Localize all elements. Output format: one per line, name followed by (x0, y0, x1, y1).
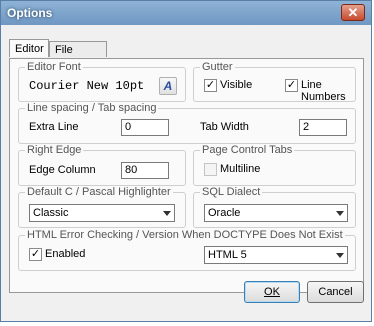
editor-panel: Editor Font Courier New 10pt A Gutter ✓ … (9, 58, 364, 293)
ok-button[interactable]: OK (244, 281, 300, 303)
html-check-group-label: HTML Error Checking / Version When DOCTY… (25, 229, 345, 242)
edge-column-label: Edge Column (29, 164, 96, 176)
sql-dialect-select[interactable]: Oracle (204, 204, 348, 222)
chevron-down-icon (336, 211, 344, 216)
editor-font-group: Editor Font Courier New 10pt A (18, 61, 186, 102)
right-edge-group: Right Edge Edge Column 80 (18, 144, 186, 186)
highlighter-group: Default C / Pascal Highlighter Classic (18, 186, 186, 228)
html-version-select[interactable]: HTML 5 (204, 246, 348, 264)
editor-font-group-label: Editor Font (25, 61, 83, 74)
tab-width-input[interactable]: 2 (299, 119, 347, 136)
multiline-checkbox[interactable] (204, 163, 217, 176)
choose-font-button[interactable]: A (159, 77, 177, 95)
highlighter-group-label: Default C / Pascal Highlighter (25, 186, 173, 199)
dialog-client: Editor File Types Editor Font Courier Ne… (6, 29, 366, 317)
multiline-label: Multiline (220, 163, 261, 175)
gutter-group-label: Gutter (200, 61, 235, 74)
html-check-group: HTML Error Checking / Version When DOCTY… (18, 229, 356, 271)
close-button[interactable]: ✕ (341, 4, 365, 21)
sql-dialect-group-label: SQL Dialect (200, 186, 263, 199)
edge-column-input[interactable]: 80 (121, 162, 169, 179)
check-icon: ✓ (205, 79, 216, 91)
close-icon: ✕ (347, 5, 359, 20)
sql-dialect-group: SQL Dialect Oracle (193, 186, 356, 228)
options-window: Options ✕ Editor File Types Editor Font … (0, 0, 372, 322)
extra-line-input[interactable]: 0 (121, 119, 169, 136)
html-version-selected: HTML 5 (208, 249, 247, 261)
window-title: Options (7, 6, 53, 20)
page-control-tabs-group-label: Page Control Tabs (200, 144, 295, 157)
tab-file-types[interactable]: File Types (49, 41, 107, 72)
extra-line-label: Extra Line (29, 121, 79, 133)
spacing-group-label: Line spacing / Tab spacing (25, 102, 159, 115)
sql-dialect-selected: Oracle (208, 207, 241, 219)
title-bar[interactable]: Options ✕ (1, 1, 371, 25)
right-edge-group-label: Right Edge (25, 144, 84, 157)
font-name-display: Courier New 10pt (29, 79, 145, 93)
chevron-down-icon (336, 253, 344, 258)
html-enabled-label: Enabled (45, 248, 86, 260)
visible-label: Visible (220, 79, 253, 91)
tab-editor[interactable]: Editor (9, 39, 49, 57)
font-icon: A (163, 79, 173, 93)
line-numbers-checkbox[interactable]: ✓ (285, 79, 298, 92)
visible-checkbox[interactable]: ✓ (204, 79, 217, 92)
gutter-group: Gutter ✓ Visible ✓ Line Numbers (193, 61, 356, 103)
spacing-group: Line spacing / Tab spacing Extra Line 0 … (18, 102, 356, 144)
highlighter-selected: Classic (33, 207, 69, 219)
chevron-down-icon (163, 211, 171, 216)
highlighter-select[interactable]: Classic (29, 204, 175, 222)
check-icon: ✓ (286, 79, 297, 91)
check-icon: ✓ (30, 248, 41, 260)
page-control-tabs-group: Page Control Tabs Multiline (193, 144, 356, 186)
ok-button-label: OK (264, 286, 280, 298)
cancel-button[interactable]: Cancel (307, 281, 364, 303)
line-numbers-label: Line Numbers (301, 79, 346, 103)
tab-width-label: Tab Width (200, 121, 249, 133)
html-enabled-checkbox[interactable]: ✓ (29, 248, 42, 261)
